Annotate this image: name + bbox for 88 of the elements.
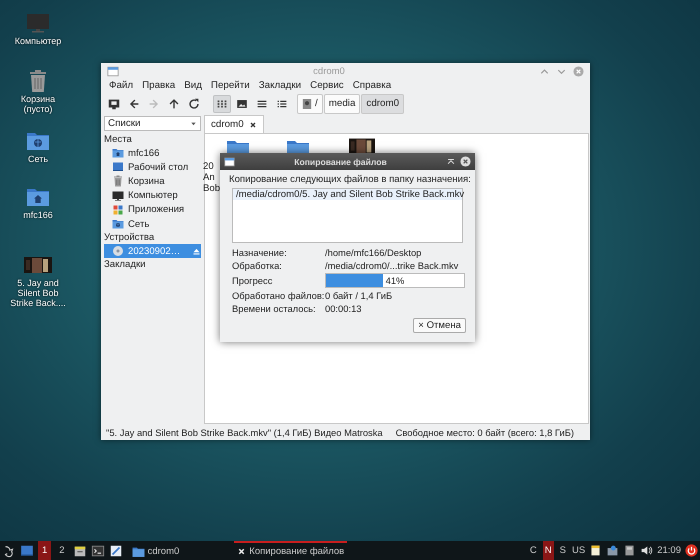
desktop-shortcut[interactable]: Корзина (пусто) <box>0 68 76 128</box>
notepad-icon[interactable] <box>589 544 602 557</box>
eject-icon[interactable] <box>192 246 201 256</box>
menu-item[interactable]: Справка <box>352 80 392 91</box>
keyboard-layout[interactable]: US <box>572 545 586 556</box>
clock[interactable]: 21:09 <box>657 545 681 556</box>
tab[interactable]: cdrom0 <box>204 115 264 133</box>
path-button[interactable]: media <box>324 94 360 114</box>
reload-icon <box>187 96 201 110</box>
dialog-title: Копирование файлов <box>293 156 388 166</box>
sidebar-item[interactable]: Приложения <box>104 202 201 217</box>
file-list-item[interactable]: /media/cdrom0/5. Jay and Silent Bob Strike Back.mkv <box>233 189 462 200</box>
side-pane-dropdown[interactable]: Списки <box>104 116 201 131</box>
workspace-button[interactable]: 2 <box>55 541 69 560</box>
trash-icon <box>112 175 124 188</box>
window-icon <box>224 156 235 166</box>
field-label: Назначение: <box>232 246 288 259</box>
dropdown-arrow-icon <box>190 120 197 127</box>
menu-item[interactable]: Закладки <box>258 80 302 91</box>
disc-icon <box>112 245 124 258</box>
power-icon[interactable] <box>685 544 698 557</box>
desktop-icon[interactable] <box>20 544 34 558</box>
up-arrow-icon <box>167 96 181 110</box>
forward-arrow-icon <box>147 96 161 110</box>
sidebar-item[interactable]: mfc166 <box>104 146 201 160</box>
desktop-shortcut[interactable]: 5. Jay and Silent Bob Strike Back.... <box>0 252 76 308</box>
window-title: cdrom0 <box>312 66 346 76</box>
monitor-icon <box>112 190 124 202</box>
path-button[interactable]: / <box>297 94 323 114</box>
field-value: /home/mfc166/Desktop <box>325 246 422 259</box>
sidebar-heading[interactable]: Устройства <box>104 231 201 244</box>
folder-icon <box>132 546 145 558</box>
lock-indicator: N <box>542 541 554 560</box>
applications-icon <box>112 204 124 216</box>
lock-indicator: C <box>528 544 538 558</box>
sidebar-item[interactable]: Корзина <box>104 174 201 189</box>
speaker-icon[interactable] <box>640 544 654 557</box>
drive-icon <box>302 98 312 110</box>
terminal-icon[interactable] <box>90 544 105 558</box>
monitor-icon <box>26 11 50 35</box>
window-icon <box>107 66 119 76</box>
free-space-text: Свободное место: 0 байт (всего: 1,8 ГиБ) <box>396 426 574 438</box>
sidebar-heading[interactable]: Закладки <box>104 258 201 272</box>
field-value: 00:00:13 <box>325 302 362 315</box>
video-thumbnail-icon[interactable] <box>349 138 375 154</box>
cancel-button[interactable]: × Отмена <box>413 318 466 333</box>
close-icon[interactable] <box>248 120 257 128</box>
sidebar-item[interactable]: Компьютер <box>104 188 201 203</box>
back-arrow-icon <box>127 96 141 110</box>
chat-icon[interactable] <box>606 544 620 557</box>
menu-item[interactable]: Сервис <box>310 80 344 91</box>
file-name: 20 An Bob <box>203 161 220 194</box>
menu-item[interactable]: Файл <box>109 80 134 91</box>
video-thumbnail-icon <box>24 257 52 273</box>
desktop-icon <box>112 161 124 174</box>
field-label: Времени осталось: <box>232 302 317 315</box>
menu-item[interactable]: Перейти <box>210 80 250 91</box>
pen-paper-icon[interactable] <box>108 544 123 558</box>
close-icon[interactable] <box>460 156 471 167</box>
menu-item[interactable]: Вид <box>184 80 202 91</box>
menu-item[interactable]: Правка <box>142 80 176 91</box>
view-mode-button[interactable] <box>213 94 231 112</box>
taskbar-task[interactable]: cdrom0 <box>128 541 182 560</box>
field-value: 0 байт / 1,4 ГиБ <box>325 289 394 302</box>
shade-icon[interactable] <box>446 156 456 166</box>
cabinet-icon[interactable] <box>72 544 87 558</box>
sidebar-item[interactable]: Рабочий стол <box>104 160 201 174</box>
status-text: "5. Jay and Silent Bob Strike Back.mkv" (1,4 ГиБ) Видео Matroska <box>106 426 383 438</box>
lock-indicator: S <box>558 544 568 558</box>
home-folder-icon <box>112 147 124 160</box>
progress-percent: 41% <box>384 274 406 287</box>
sidebar-item[interactable]: Сеть <box>104 216 201 232</box>
desktop-shortcut[interactable]: Компьютер <box>0 10 76 68</box>
field-label: Прогресс <box>232 274 274 287</box>
desktop-shortcut[interactable]: mfc166 <box>0 184 76 252</box>
network-folder-icon <box>112 218 124 230</box>
workspace-button[interactable]: 1 <box>38 541 52 560</box>
field-value: /media/cdrom0/...trike Back.mkv <box>325 259 460 272</box>
drive-icon[interactable] <box>623 544 636 557</box>
field-label: Обработка: <box>232 259 283 272</box>
bird-logo-icon[interactable] <box>2 544 16 558</box>
sidebar-heading[interactable]: Места <box>104 133 201 146</box>
desktop-shortcut[interactable]: Сеть <box>0 128 76 184</box>
field-label: Обработано файлов: <box>232 289 325 302</box>
path-button[interactable]: cdrom0 <box>361 94 404 114</box>
monitor-icon <box>107 96 121 110</box>
taskbar-task[interactable]: Копирование файлов <box>234 541 348 560</box>
close-icon <box>237 547 246 556</box>
